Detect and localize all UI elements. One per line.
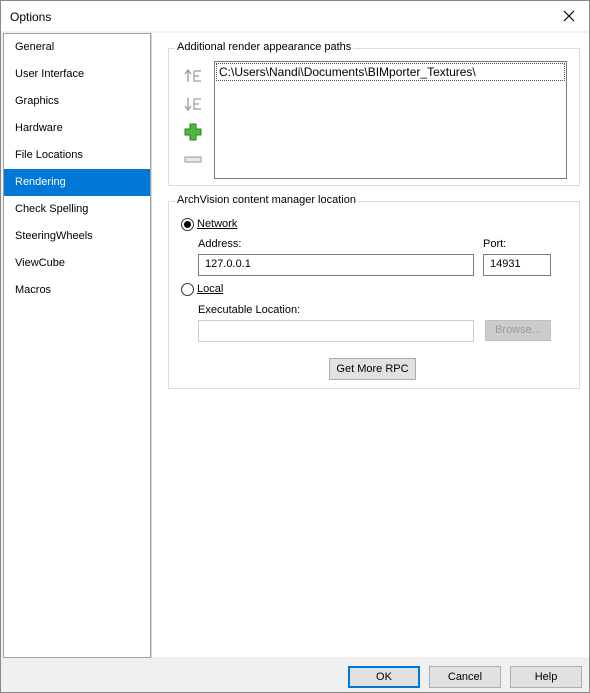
move-down-button[interactable] bbox=[182, 94, 204, 114]
close-icon bbox=[563, 10, 575, 22]
title-bar: Options bbox=[1, 1, 589, 31]
address-input[interactable]: 127.0.0.1 bbox=[198, 254, 474, 276]
move-up-button[interactable] bbox=[182, 66, 204, 86]
window-title: Options bbox=[10, 10, 52, 24]
local-radio[interactable] bbox=[181, 283, 194, 296]
rendering-panel: Additional render appearance paths C:\Us… bbox=[151, 33, 589, 657]
archvision-group-label: ArchVision content manager location bbox=[175, 194, 358, 206]
executable-location-label: Executable Location: bbox=[198, 304, 301, 316]
category-list: General User Interface Graphics Hardware… bbox=[3, 33, 151, 658]
move-down-icon bbox=[184, 98, 201, 112]
sidebar-item-general[interactable]: General bbox=[4, 34, 150, 61]
add-icon bbox=[184, 123, 202, 141]
help-button[interactable]: Help bbox=[510, 666, 582, 688]
sidebar-item-rendering[interactable]: Rendering bbox=[4, 169, 150, 196]
sidebar-item-hardware[interactable]: Hardware bbox=[4, 115, 150, 142]
port-label: Port: bbox=[483, 238, 507, 250]
remove-icon bbox=[184, 156, 202, 163]
port-input[interactable]: 14931 bbox=[483, 254, 551, 276]
add-path-button[interactable] bbox=[182, 122, 204, 142]
sidebar-item-user-interface[interactable]: User Interface bbox=[4, 61, 150, 88]
executable-location-input[interactable] bbox=[198, 320, 474, 342]
archvision-group: ArchVision content manager location Netw… bbox=[168, 194, 580, 389]
network-radio[interactable] bbox=[181, 218, 194, 231]
cancel-button[interactable]: Cancel bbox=[429, 666, 501, 688]
sidebar-item-file-locations[interactable]: File Locations bbox=[4, 142, 150, 169]
move-up-icon bbox=[184, 68, 201, 82]
ok-button[interactable]: OK bbox=[348, 666, 420, 688]
get-more-rpc-button[interactable]: Get More RPC bbox=[329, 358, 416, 380]
sidebar-item-steeringwheels[interactable]: SteeringWheels bbox=[4, 223, 150, 250]
render-paths-list[interactable]: C:\Users\Nandi\Documents\BIMporter_Textu… bbox=[214, 61, 567, 179]
browse-button[interactable]: Browse... bbox=[485, 320, 551, 341]
address-label: Address: bbox=[198, 238, 242, 250]
sidebar-item-graphics[interactable]: Graphics bbox=[4, 88, 150, 115]
list-item[interactable]: C:\Users\Nandi\Documents\BIMporter_Textu… bbox=[216, 63, 565, 81]
sidebar-item-check-spelling[interactable]: Check Spelling bbox=[4, 196, 150, 223]
remove-path-button[interactable] bbox=[182, 150, 204, 170]
render-paths-group: Additional render appearance paths C:\Us… bbox=[168, 41, 580, 186]
radio-selected-dot bbox=[184, 221, 191, 228]
close-button[interactable] bbox=[549, 1, 589, 31]
sidebar-item-macros[interactable]: Macros bbox=[4, 277, 150, 304]
render-paths-group-label: Additional render appearance paths bbox=[175, 41, 354, 53]
network-label[interactable]: Network bbox=[197, 218, 237, 230]
sidebar-item-viewcube[interactable]: ViewCube bbox=[4, 250, 150, 277]
options-dialog: Options General User Interface Graphics … bbox=[0, 0, 590, 693]
local-label[interactable]: Local bbox=[197, 283, 223, 295]
dialog-footer: OK Cancel Help bbox=[1, 659, 589, 692]
